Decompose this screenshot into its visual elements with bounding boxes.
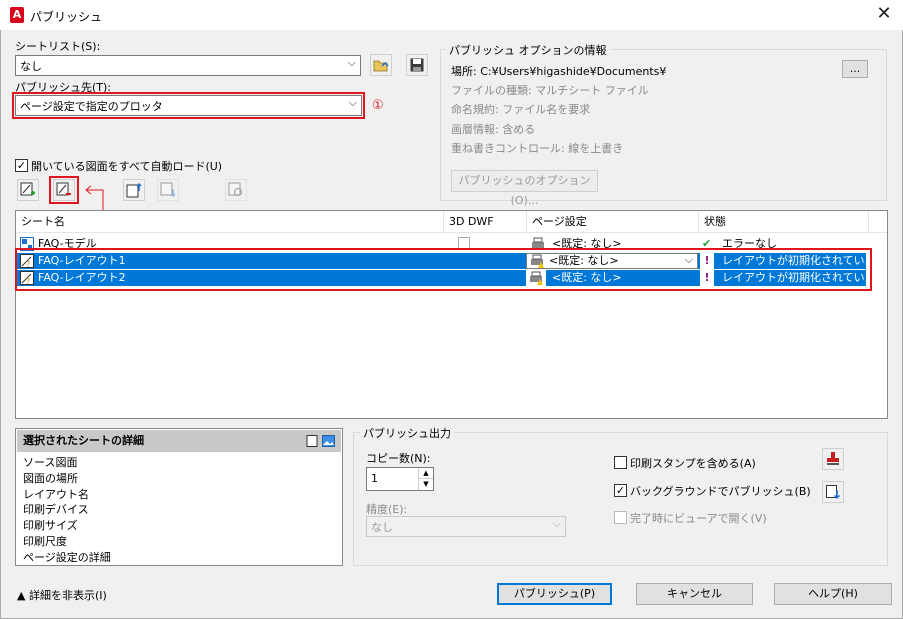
add-sheets-button[interactable]: [17, 179, 39, 201]
detail-item: 印刷デバイス: [23, 503, 89, 516]
remove-sheet-icon: [56, 182, 71, 196]
collapse-up-icon: ▲: [17, 589, 26, 602]
open-folder-icon: [373, 60, 389, 72]
publish-output-title: パブリッシュ出力: [360, 425, 454, 441]
close-icon[interactable]: ✕: [873, 4, 895, 26]
sheet-details-panel: 選択されたシートの詳細 ソース図面 図面の場所 レイアウト名 印刷デバイス 印刷…: [15, 428, 343, 566]
cancel-button[interactable]: キャンセル: [636, 583, 753, 605]
options-file-type: ファイルの種類: マルチシート ファイル: [451, 84, 649, 97]
stamp-icon: [827, 452, 839, 465]
publish-to-combo[interactable]: ページ設定で指定のプロッタ ⌵: [15, 95, 362, 116]
precision-label: 精度(E):: [366, 503, 408, 516]
preview-button[interactable]: [225, 179, 247, 201]
open-viewer-checkbox[interactable]: [614, 511, 627, 524]
detail-item: ソース図面: [23, 456, 78, 469]
sheet-details-title: 選択されたシートの詳細: [17, 430, 341, 452]
precision-combo[interactable]: なし ⌵: [366, 516, 566, 537]
sheet-list-value: なし: [20, 60, 42, 73]
detail-item: ページ設定の詳細: [23, 551, 111, 564]
detail-item: レイアウト名: [23, 488, 89, 501]
move-down-icon: [160, 182, 176, 198]
window-title: パブリッシュ: [30, 10, 103, 24]
help-button[interactable]: ヘルプ(H): [774, 583, 892, 605]
background-publish-checkbox[interactable]: ✓: [614, 484, 627, 497]
spin-down-icon[interactable]: ▼: [418, 479, 433, 490]
auto-load-label: 開いている図面をすべて自動ロード(U): [31, 160, 223, 173]
column-header-sheet-name[interactable]: シート名: [16, 211, 444, 233]
options-info-title: パブリッシュ オプションの情報: [446, 42, 610, 58]
chevron-down-icon: ⌵: [348, 96, 357, 109]
move-sheet-up-button[interactable]: [123, 179, 145, 201]
publish-button[interactable]: パブリッシュ(P): [497, 583, 612, 605]
precision-value: なし: [371, 521, 393, 534]
remove-sheets-button[interactable]: [53, 179, 75, 201]
publish-to-value: ページ設定で指定のプロッタ: [20, 100, 163, 113]
add-sheet-icon: [20, 182, 35, 196]
background-publish-label: バックグラウンドでパブリッシュ(B): [630, 485, 811, 498]
chevron-down-icon: ⌵: [552, 517, 561, 530]
options-location: 場所: C:¥Users¥higashide¥Documents¥: [451, 65, 667, 78]
include-stamp-checkbox[interactable]: [614, 456, 627, 469]
detail-item: 印刷尺度: [23, 535, 67, 548]
move-up-icon: [126, 182, 142, 198]
column-header-status[interactable]: 状態: [699, 211, 869, 233]
copies-spinner[interactable]: 1 ▲ ▼: [366, 467, 434, 491]
publish-output-group: [353, 432, 888, 566]
browse-location-button[interactable]: ...: [842, 60, 868, 78]
details-page-icon[interactable]: [306, 435, 318, 447]
detail-item: 図面の場所: [23, 472, 78, 485]
column-header-3d-dwf[interactable]: 3D DWF: [444, 211, 527, 233]
options-overwrite: 重ね書きコントロール: 線を上書き: [451, 142, 624, 155]
title-bar: A パブリッシュ ✕: [0, 0, 903, 30]
move-sheet-down-button[interactable]: [157, 179, 179, 201]
download-page-icon: [826, 485, 841, 500]
chevron-down-icon: ⌵: [347, 56, 356, 69]
hide-details-toggle[interactable]: ▲ 詳細を非表示(I): [17, 587, 107, 603]
load-sheet-list-button[interactable]: [370, 54, 392, 76]
hide-details-label: 詳細を非表示(I): [28, 589, 107, 602]
open-viewer-label: 完了時にビューアで開く(V): [630, 512, 767, 525]
sheet-table-header: シート名 3D DWF ページ設定 状態: [16, 211, 887, 233]
sheet-list-combo[interactable]: なし ⌵: [15, 55, 361, 76]
sheet-list-view[interactable]: シート名 3D DWF ページ設定 状態 FAQ-モデル <既定: なし> ✔ …: [15, 210, 888, 419]
options-layer-info: 画層情報: 含める: [451, 123, 536, 136]
auto-load-checkbox[interactable]: ✓: [15, 159, 28, 172]
details-image-icon[interactable]: [322, 435, 335, 447]
save-sheet-list-button[interactable]: [406, 54, 428, 76]
background-settings-button[interactable]: [822, 481, 844, 503]
copies-value: 1: [371, 472, 378, 485]
copies-label: コピー数(N):: [366, 452, 431, 465]
save-disk-icon: [410, 58, 424, 72]
annotation-box-3: [15, 248, 872, 291]
plot-stamp-settings-button[interactable]: [822, 448, 844, 470]
spin-up-icon[interactable]: ▲: [418, 468, 433, 479]
autocad-app-icon: A: [10, 7, 24, 23]
options-naming: 命名規約: ファイル名を要求: [451, 103, 591, 116]
preview-icon: [228, 182, 242, 196]
annotation-number-1: ①: [372, 98, 384, 113]
detail-item: 印刷サイズ: [23, 519, 78, 532]
sheet-list-label: シートリスト(S):: [15, 40, 101, 53]
include-stamp-label: 印刷スタンプを含める(A): [630, 457, 756, 470]
column-header-page-setup[interactable]: ページ設定: [527, 211, 699, 233]
publish-options-button[interactable]: パブリッシュのオプション(O)...: [451, 170, 598, 207]
